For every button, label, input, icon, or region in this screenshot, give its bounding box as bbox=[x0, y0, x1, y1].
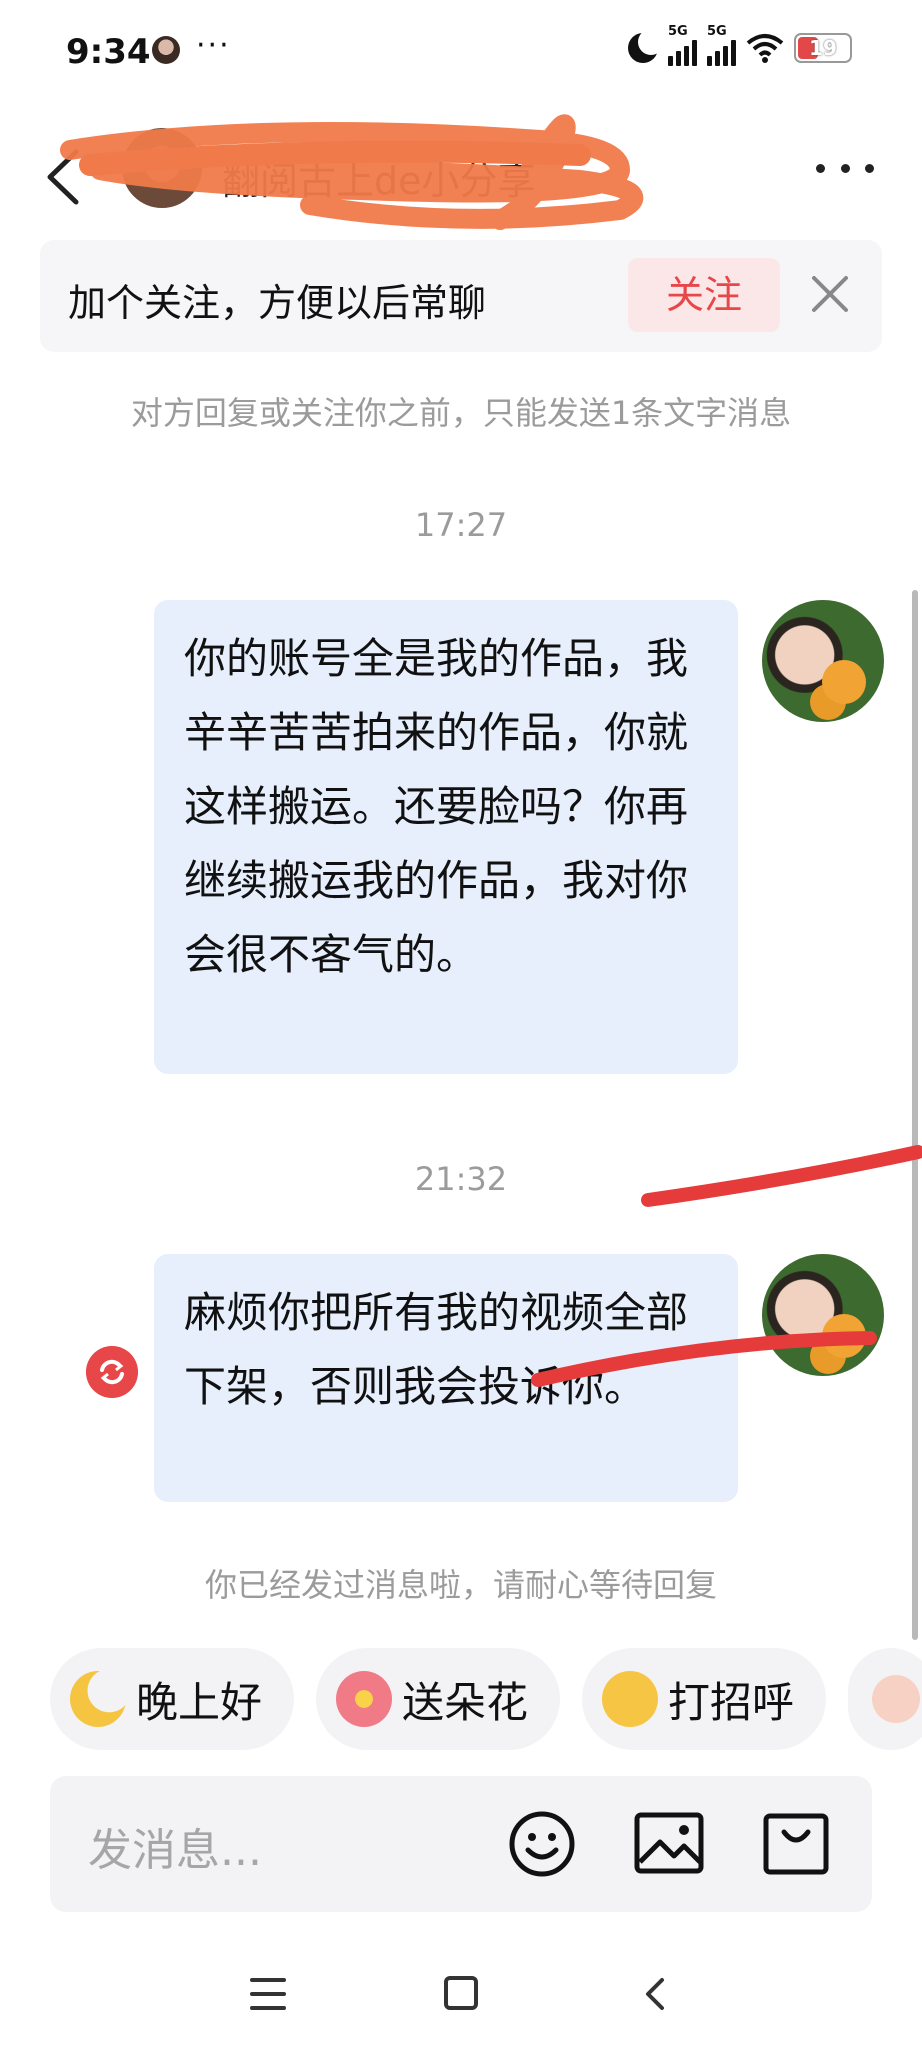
smile-emoji-icon bbox=[602, 1671, 659, 1727]
flower-emoji-icon bbox=[336, 1671, 393, 1727]
sent-notice: 你已经发过消息啦，请耐心等待回复 bbox=[204, 1566, 717, 1604]
message-bubble[interactable]: 麻烦你把所有我的视频全部下架，否则我会投诉你。 bbox=[154, 1254, 738, 1502]
emoji-icon[interactable] bbox=[508, 1810, 576, 1878]
message-input-bar: 发消息... bbox=[50, 1776, 872, 1912]
follow-prompt: 加个关注，方便以后常聊 bbox=[68, 281, 487, 325]
status-bar: 9:34 ··· 5G 5G 19 bbox=[0, 0, 922, 104]
chat-header: 翻阅古上de小分享 bbox=[0, 110, 922, 230]
network-label-2: 5G bbox=[707, 24, 727, 39]
recent-apps-icon[interactable] bbox=[250, 1978, 286, 2010]
quick-reply-greet[interactable]: 打招呼 bbox=[582, 1648, 827, 1750]
image-icon[interactable] bbox=[634, 1812, 704, 1874]
quick-reply-label: 晚上好 bbox=[136, 1677, 263, 1727]
message-input[interactable]: 发消息... bbox=[88, 1814, 262, 1878]
contact-avatar[interactable] bbox=[122, 128, 202, 208]
message-bubble[interactable]: 你的账号全是我的作品，我辛辛苦苦拍来的作品，你就这样搬运。还要脸吗？你再继续搬运… bbox=[154, 600, 738, 1074]
my-avatar[interactable] bbox=[762, 600, 884, 722]
timestamp: 21:32 bbox=[414, 1160, 508, 1198]
battery-level: 19 bbox=[809, 36, 837, 60]
resend-icon[interactable] bbox=[86, 1346, 138, 1398]
follow-suggestion-bar: 加个关注，方便以后常聊 关注 bbox=[40, 240, 882, 352]
status-indicators: 5G 5G 19 bbox=[628, 24, 852, 66]
system-nav-bar bbox=[0, 1940, 922, 2048]
message-limit-notice: 对方回复或关注你之前，只能发送1条文字消息 bbox=[130, 394, 792, 432]
status-more-icon: ··· bbox=[196, 28, 231, 63]
signal-1-icon: 5G bbox=[668, 24, 697, 66]
close-icon[interactable] bbox=[810, 274, 850, 314]
quick-reply-label: 送朵花 bbox=[402, 1677, 529, 1727]
status-avatar-icon bbox=[152, 36, 180, 64]
status-time: 9:34 bbox=[66, 32, 151, 72]
timestamp: 17:27 bbox=[414, 506, 508, 544]
quick-reply-partial[interactable] bbox=[848, 1648, 922, 1750]
do-not-disturb-icon bbox=[628, 29, 664, 63]
battery-icon: 19 bbox=[794, 33, 852, 63]
follow-button[interactable]: 关注 bbox=[628, 258, 780, 332]
more-options-icon[interactable] bbox=[816, 158, 874, 178]
my-avatar[interactable] bbox=[762, 1254, 884, 1376]
quick-reply-label: 打招呼 bbox=[668, 1677, 795, 1727]
back-arrow-icon[interactable] bbox=[42, 148, 86, 206]
nav-back-icon[interactable] bbox=[640, 1976, 670, 2012]
network-label-1: 5G bbox=[668, 24, 688, 39]
finger-heart-emoji-icon bbox=[868, 1671, 922, 1727]
shopping-bag-icon[interactable] bbox=[762, 1812, 830, 1876]
wifi-icon bbox=[746, 34, 784, 63]
quick-reply-good-evening[interactable]: 晚上好 bbox=[50, 1648, 295, 1750]
signal-2-icon: 5G bbox=[707, 24, 736, 66]
quick-reply-row: 晚上好 送朵花 打招呼 bbox=[50, 1648, 922, 1750]
home-icon[interactable] bbox=[444, 1976, 478, 2010]
quick-reply-send-flower[interactable]: 送朵花 bbox=[316, 1648, 561, 1750]
contact-name[interactable]: 翻阅古上de小分享 bbox=[222, 150, 536, 205]
moon-emoji-icon bbox=[70, 1671, 126, 1727]
scrollbar[interactable] bbox=[912, 590, 918, 1640]
